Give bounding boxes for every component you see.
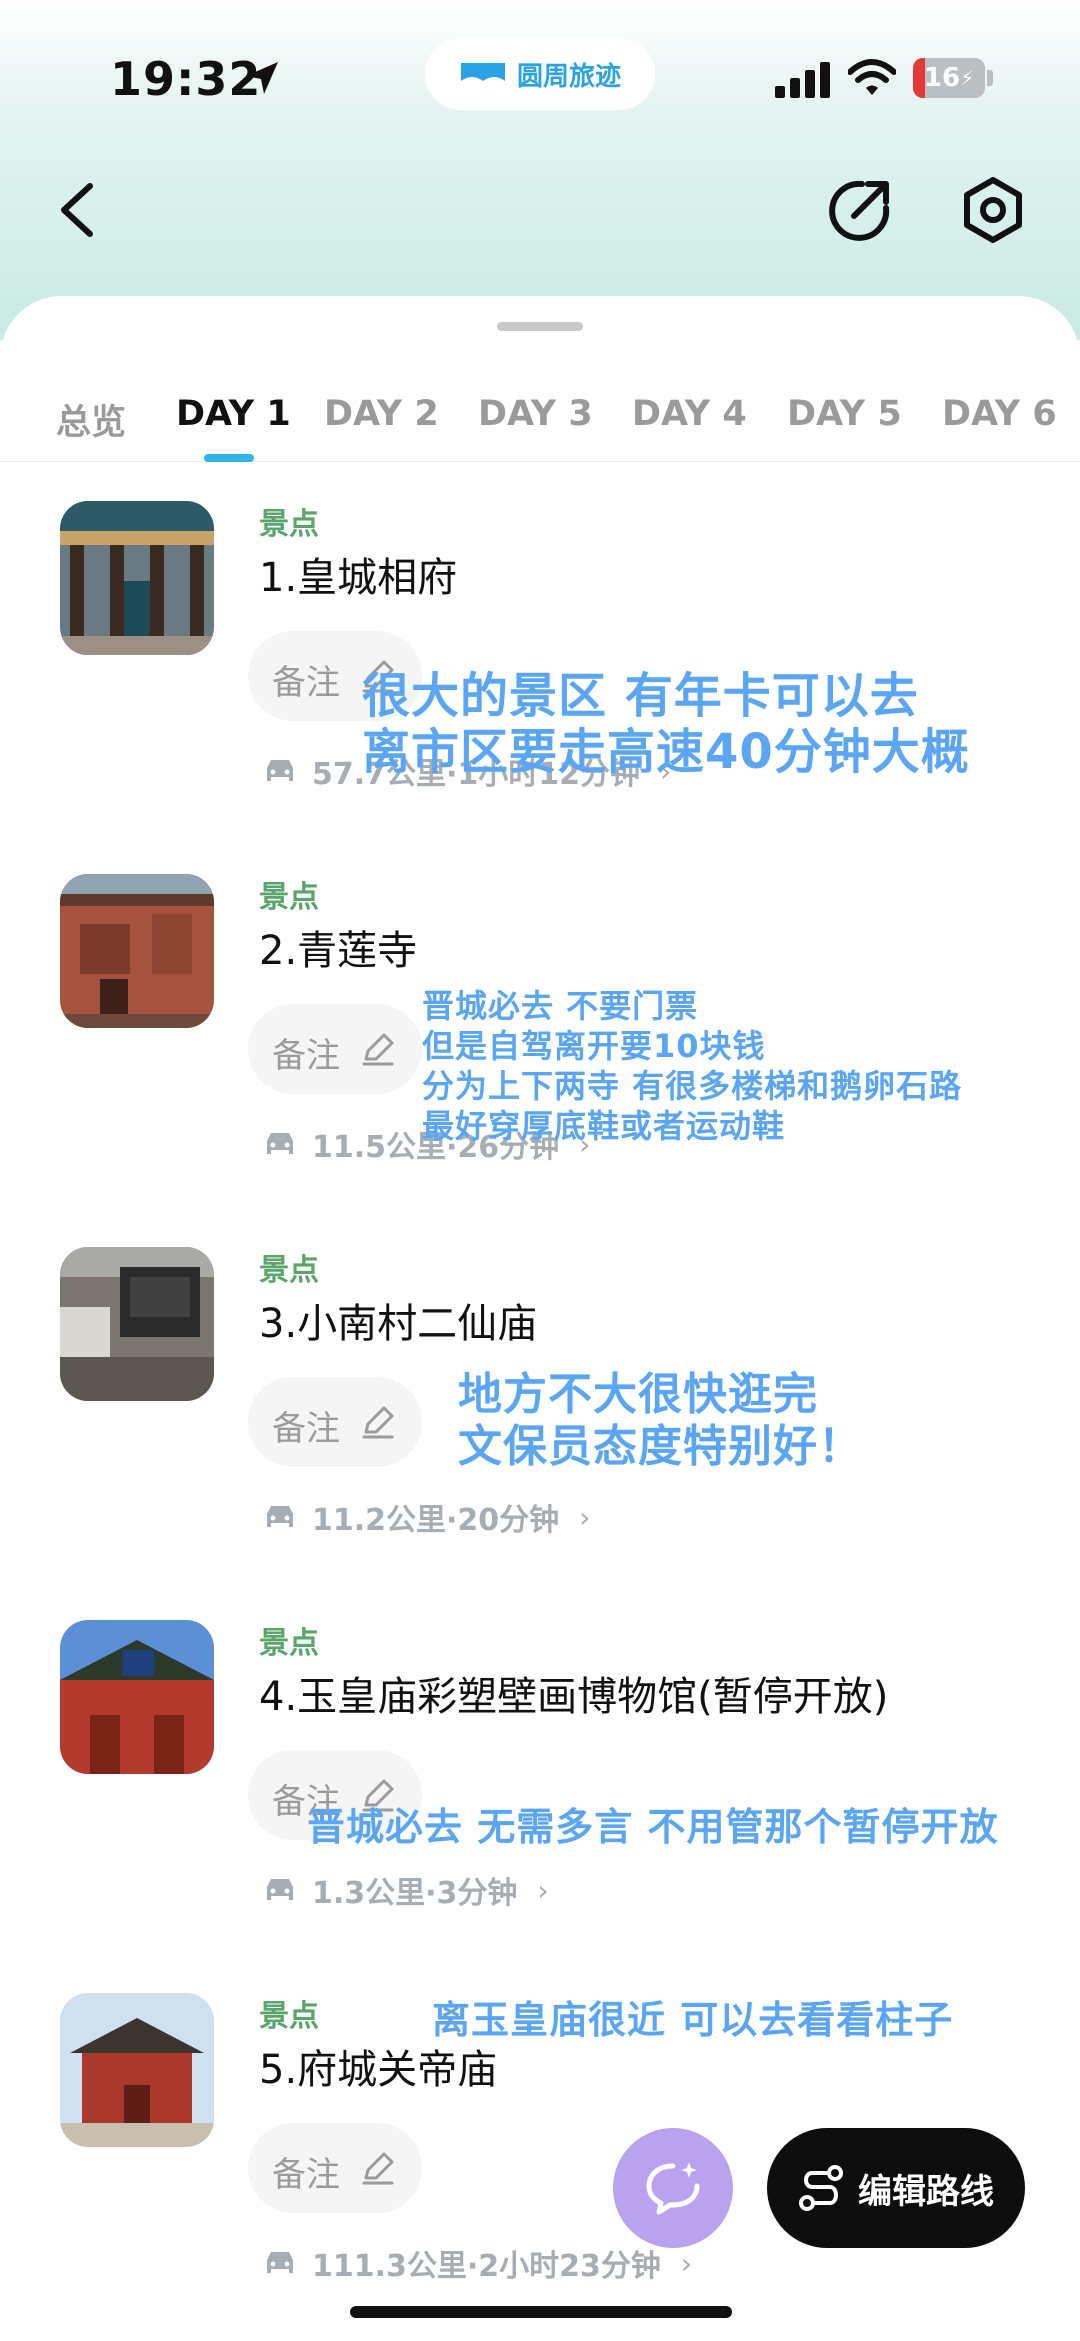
tab-day-4[interactable]: DAY 4 <box>632 394 747 434</box>
list-item[interactable]: 景点 4.玉皇庙彩塑壁画博物馆(暂停开放) 备注 1.3公里·3分钟 › 晋城必… <box>0 1582 1080 1955</box>
signal-icon <box>775 62 830 98</box>
app-logo-icon <box>460 63 505 81</box>
car-icon <box>267 2252 293 2273</box>
spot-title: 2.青莲寺 <box>259 928 418 974</box>
share-icon[interactable] <box>826 178 892 244</box>
settings-icon[interactable] <box>960 176 1026 244</box>
category-label: 景点 <box>259 880 319 915</box>
tab-day-2[interactable]: DAY 2 <box>324 394 439 434</box>
note-label: 备注 <box>272 663 340 703</box>
car-icon <box>267 1879 293 1900</box>
route-info[interactable]: 1.3公里·3分钟 › <box>262 1870 549 1911</box>
battery-tip <box>987 70 993 86</box>
route-info[interactable]: 11.2公里·20分钟 › <box>262 1497 591 1538</box>
category-label: 景点 <box>259 1999 319 2034</box>
route-text: 11.2公里·20分钟 <box>312 1503 560 1538</box>
app-name: 圆周旅迹 <box>516 61 621 92</box>
car-icon <box>267 1506 293 1527</box>
annotation-line: 文保员态度特别好！ <box>458 1421 863 1472</box>
home-indicator[interactable] <box>350 2306 732 2318</box>
note-button[interactable]: 备注 <box>248 1377 422 1467</box>
ai-chat-sparkle-icon <box>646 2162 700 2215</box>
handwritten-annotation: 晋城必去 不要门票 但是自驾离开要10块钱 分为上下两寺 有很多楼梯和鹅卵石路 … <box>422 986 962 1146</box>
annotation-line: 地方不大很快逛完 <box>458 1369 818 1420</box>
note-label: 备注 <box>272 2155 340 2195</box>
route-icon <box>799 2165 843 2211</box>
pencil-icon <box>362 1406 394 1439</box>
spot-thumbnail <box>60 1247 214 1401</box>
app-indicator-pill: 圆周旅迹 <box>425 38 655 110</box>
car-icon <box>267 760 293 781</box>
list-item[interactable]: 景点 1.皇城相府 备注 57.7公里·1小时12分钟 › 很大的景区 有年卡可… <box>0 463 1080 836</box>
back-arrow-icon[interactable] <box>52 180 102 240</box>
battery-indicator: 16 ⚡ <box>913 58 985 98</box>
chevron-right-icon: › <box>680 2246 693 2280</box>
pencil-icon <box>362 2152 394 2185</box>
annotation-line: 晋城必去 无需多言 不用管那个暂停开放 <box>307 1805 999 1849</box>
spot-thumbnail <box>60 501 214 655</box>
route-text: 111.3公里·2小时23分钟 <box>312 2249 661 2284</box>
ai-assistant-button[interactable] <box>613 2128 733 2248</box>
list-item[interactable]: 景点 3.小南村二仙庙 备注 11.2公里·20分钟 › 地方不大很快逛完 文保… <box>0 1209 1080 1582</box>
spot-title: 4.玉皇庙彩塑壁画博物馆(暂停开放) <box>259 1674 889 1720</box>
category-label: 景点 <box>259 507 319 542</box>
sheet-grabber[interactable] <box>497 322 583 331</box>
wifi-icon <box>848 59 896 95</box>
tab-day-5[interactable]: DAY 5 <box>787 394 902 434</box>
tab-day-1[interactable]: DAY 1 <box>176 394 291 434</box>
edit-route-button[interactable]: 编辑路线 <box>767 2128 1025 2248</box>
edit-route-label: 编辑路线 <box>858 2171 994 2212</box>
route-text: 1.3公里·3分钟 <box>312 1876 518 1911</box>
category-label: 景点 <box>259 1253 319 1288</box>
handwritten-annotation: 地方不大很快逛完 文保员态度特别好！ <box>458 1369 863 1473</box>
active-tab-indicator <box>204 454 254 462</box>
chevron-right-icon: › <box>537 1873 549 1907</box>
battery-level: 16 ⚡ <box>923 63 975 93</box>
annotation-line: 离玉皇庙很近 可以去看看柱子 <box>432 1998 954 2042</box>
spot-title: 3.小南村二仙庙 <box>259 1301 538 1347</box>
location-arrow-icon <box>246 62 278 94</box>
handwritten-annotation: 晋城必去 无需多言 不用管那个暂停开放 <box>307 1804 998 1850</box>
tab-day-3[interactable]: DAY 3 <box>478 394 593 434</box>
itinerary-page: 19:32 圆周旅迹 16 ⚡ 总览 DAY 1 DAY 2 DAY 3 DAY… <box>0 0 1080 2341</box>
status-time: 19:32 <box>110 52 262 106</box>
annotation-line: 很大的景区 有年卡可以去 <box>362 668 919 724</box>
spot-thumbnail <box>60 874 214 1028</box>
spot-thumbnail <box>60 1620 214 1774</box>
handwritten-annotation: 离玉皇庙很近 可以去看看柱子 <box>432 1997 953 2043</box>
car-icon <box>267 1133 293 1154</box>
note-label: 备注 <box>272 1036 340 1076</box>
annotation-line: 晋城必去 不要门票 <box>422 987 699 1025</box>
note-button[interactable]: 备注 <box>248 1004 422 1094</box>
note-label: 备注 <box>272 1409 340 1449</box>
list-item[interactable]: 景点 2.青莲寺 备注 11.5公里·26分钟 › 晋城必去 不要门票 但是自驾… <box>0 836 1080 1209</box>
route-info[interactable]: 111.3公里·2小时23分钟 › <box>262 2243 693 2284</box>
tab-overview[interactable]: 总览 <box>56 394 126 445</box>
tab-day-6[interactable]: DAY 6 <box>942 394 1057 434</box>
spot-title: 1.皇城相府 <box>259 555 458 601</box>
spot-title: 5.府城关帝庙 <box>259 2047 498 2093</box>
note-button[interactable]: 备注 <box>248 2123 422 2213</box>
day-tabs: 总览 DAY 1 DAY 2 DAY 3 DAY 4 DAY 5 DAY 6 <box>0 366 1080 462</box>
annotation-line: 最好穿厚底鞋或者运动鞋 <box>422 1107 786 1145</box>
annotation-line: 但是自驾离开要10块钱 <box>422 1027 766 1065</box>
handwritten-annotation: 很大的景区 有年卡可以去 离市区要走高速40分钟大概 <box>362 668 970 780</box>
chevron-right-icon: › <box>579 1500 591 1534</box>
annotation-line: 离市区要走高速40分钟大概 <box>362 724 970 780</box>
spot-thumbnail <box>60 1993 214 2147</box>
annotation-line: 分为上下两寺 有很多楼梯和鹅卵石路 <box>422 1067 963 1105</box>
pencil-icon <box>362 1033 394 1066</box>
category-label: 景点 <box>259 1626 319 1661</box>
